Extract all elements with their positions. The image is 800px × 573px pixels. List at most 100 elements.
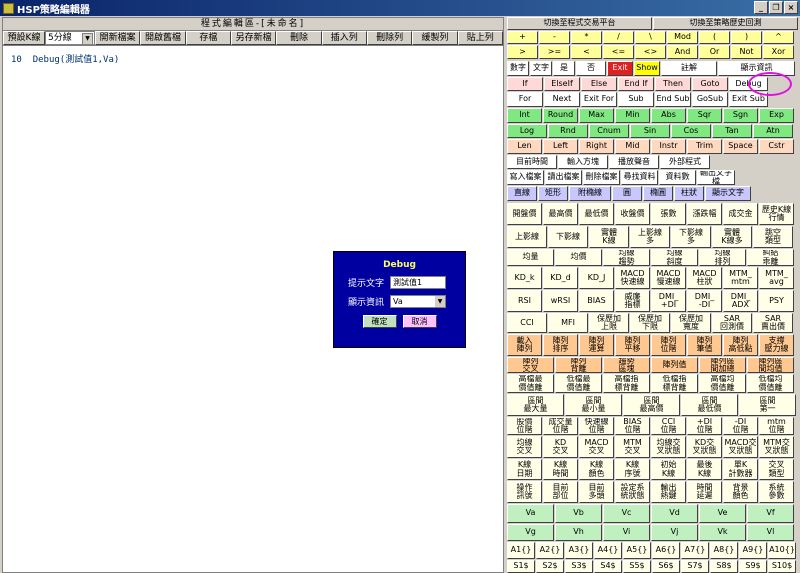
palette-button[interactable]: >= <box>539 45 570 59</box>
palette-button[interactable]: MACD 交叉 <box>579 436 614 458</box>
palette-button[interactable]: Ve <box>699 504 746 523</box>
palette-button[interactable]: GoSub <box>692 92 728 107</box>
palette-button[interactable]: 文字 <box>530 61 552 76</box>
palette-button[interactable]: 高檔指 標背離 <box>603 374 650 393</box>
palette-button[interactable]: A9{} <box>739 542 767 559</box>
palette-button[interactable]: 低檔最 價值離 <box>555 374 602 393</box>
palette-button[interactable]: 切換至策略歷史回測 <box>653 17 798 30</box>
palette-button[interactable]: 數字 <box>507 61 529 76</box>
palette-button[interactable]: 交叉 類型 <box>759 459 794 480</box>
palette-button[interactable]: 保歷加 下限 <box>630 313 670 333</box>
palette-button[interactable]: Cstr <box>759 139 794 154</box>
palette-button[interactable]: 股價 位階 <box>507 417 542 435</box>
palette-button[interactable]: 是 <box>553 61 575 76</box>
palette-button[interactable]: Abs <box>651 108 686 123</box>
palette-button[interactable]: Exit For <box>581 92 617 107</box>
palette-button[interactable]: 矩形 <box>538 186 568 201</box>
palette-button[interactable]: S9$ <box>739 560 767 573</box>
palette-button[interactable]: Trim <box>687 139 722 154</box>
palette-button[interactable]: MTM交 叉狀態 <box>759 436 794 458</box>
palette-button[interactable]: Right <box>579 139 614 154</box>
palette-button[interactable]: 成交金 <box>723 203 758 225</box>
palette-button[interactable]: 糾結 乖離 <box>747 249 794 266</box>
palette-button[interactable]: S5$ <box>623 560 651 573</box>
palette-button[interactable]: A5{} <box>623 542 651 559</box>
palette-button[interactable]: wRSI <box>543 290 578 312</box>
palette-button[interactable]: 圓 <box>612 186 642 201</box>
palette-button[interactable]: Show <box>634 61 660 76</box>
palette-button[interactable]: Cnum <box>589 124 629 138</box>
palette-button[interactable]: 最高價 <box>543 203 578 225</box>
palette-button[interactable]: K線 日期 <box>507 459 542 480</box>
palette-button[interactable]: 顯示文字 <box>705 186 751 201</box>
palette-button[interactable]: Atn <box>753 124 793 138</box>
palette-button[interactable]: A2{} <box>536 542 564 559</box>
palette-button[interactable]: S7$ <box>681 560 709 573</box>
palette-button[interactable]: For <box>507 92 543 107</box>
palette-button[interactable]: 均價 <box>555 249 602 266</box>
save-button[interactable]: 存檔 <box>185 31 231 45</box>
palette-button[interactable]: A7{} <box>681 542 709 559</box>
palette-button[interactable]: > <box>507 45 538 59</box>
palette-button[interactable]: 設定系 統狀態 <box>615 481 650 503</box>
palette-button[interactable]: Sub <box>618 92 654 107</box>
palette-button[interactable]: CCI 位階 <box>651 417 686 435</box>
palette-button[interactable]: 區間 最低價 <box>681 394 738 416</box>
palette-button[interactable]: 陣列值 <box>651 357 698 373</box>
palette-button[interactable]: 初始 K線 <box>651 459 686 480</box>
palette-button[interactable]: RSI <box>507 290 542 312</box>
palette-button[interactable]: 輸出文字檔 <box>697 170 735 185</box>
palette-button[interactable]: A6{} <box>652 542 680 559</box>
palette-button[interactable]: Vg <box>507 524 554 541</box>
palette-button[interactable]: <= <box>603 45 634 59</box>
palette-button[interactable]: 最低價 <box>579 203 614 225</box>
palette-button[interactable]: Left <box>543 139 578 154</box>
palette-button[interactable]: Vk <box>699 524 746 541</box>
palette-button[interactable]: ElseIf <box>544 77 580 91</box>
palette-button[interactable]: <> <box>635 45 666 59</box>
palette-button[interactable]: 陣列 位階 <box>651 334 686 356</box>
palette-button[interactable]: Tan <box>712 124 752 138</box>
palette-button[interactable]: Vl <box>747 524 794 541</box>
delete-row-button[interactable]: 刪除列 <box>366 31 413 45</box>
palette-button[interactable]: S3$ <box>565 560 593 573</box>
palette-button[interactable]: Exp <box>759 108 794 123</box>
palette-button[interactable]: SAR 賣出價 <box>753 313 793 333</box>
palette-button[interactable]: Then <box>655 77 691 91</box>
palette-button[interactable]: K線 時間 <box>543 459 578 480</box>
palette-button[interactable]: CCI <box>507 313 547 333</box>
palette-button[interactable]: Min <box>615 108 650 123</box>
palette-button[interactable]: End If <box>618 77 654 91</box>
palette-button[interactable]: 陣列 交叉 <box>507 357 554 373</box>
palette-button[interactable]: 資料數 <box>659 170 696 185</box>
code-editor[interactable]: 10 Debug(測試值1,Va) <box>3 46 503 71</box>
palette-button[interactable]: S6$ <box>652 560 680 573</box>
palette-button[interactable]: ( <box>699 31 730 44</box>
palette-button[interactable]: Max <box>579 108 614 123</box>
palette-button[interactable]: 區間 最大量 <box>507 394 564 416</box>
close-button[interactable]: × <box>784 1 798 14</box>
palette-button[interactable]: Round <box>543 108 578 123</box>
palette-button[interactable]: 保歷加 上限 <box>589 313 629 333</box>
palette-button[interactable]: < <box>571 45 602 59</box>
palette-button[interactable]: Xor <box>763 45 794 59</box>
show-info-select[interactable]: Va <box>390 295 446 308</box>
palette-button[interactable]: MFI <box>548 313 588 333</box>
palette-button[interactable]: If <box>507 77 543 91</box>
palette-button[interactable]: Vc <box>603 504 650 523</box>
palette-button[interactable]: PSY <box>759 290 794 312</box>
palette-button[interactable]: DMI_ -DI <box>687 290 722 312</box>
preset-kline-select[interactable]: 5分線 <box>45 31 95 45</box>
palette-button[interactable]: ^ <box>763 31 794 44</box>
palette-button[interactable]: 橢圓 <box>643 186 673 201</box>
palette-button[interactable]: 播放聲音 <box>609 155 659 169</box>
palette-button[interactable]: KD 交叉 <box>543 436 578 458</box>
palette-button[interactable]: / <box>603 31 634 44</box>
palette-button[interactable]: mtm 位階 <box>759 417 794 435</box>
copy-row-button[interactable]: 緩製列 <box>412 31 458 45</box>
palette-button[interactable]: S1$ <box>507 560 535 573</box>
palette-button[interactable]: 陣列區 間加總 <box>699 357 746 373</box>
palette-button[interactable]: 目前 多頭 <box>579 481 614 503</box>
palette-button[interactable]: A8{} <box>710 542 738 559</box>
palette-button[interactable]: 漲跌幅 <box>687 203 722 225</box>
